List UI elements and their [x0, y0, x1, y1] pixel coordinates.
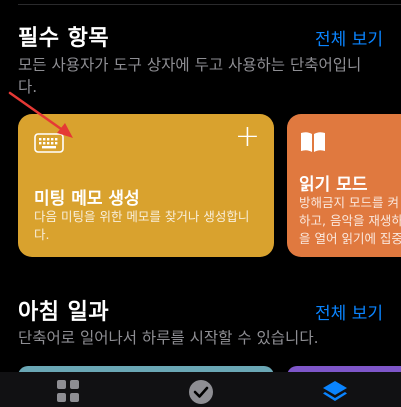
grid-icon[interactable] [55, 378, 81, 404]
book-icon [301, 132, 325, 152]
section-title: 필수 항목 [18, 26, 110, 51]
card-description: 다음 미팅을 위한 메모를 찾거나 생성합니 다. [34, 209, 250, 242]
card-title: 미팅 메모 생성 [34, 189, 140, 209]
section-subtitle: 모든 사용자가 도구 상자에 두고 사용하는 단축어입니 다. [18, 56, 362, 96]
section-title: 아침 일과 [18, 300, 110, 325]
add-shortcut-button[interactable]: + [235, 122, 260, 152]
section-header-essentials: 필수 항목 전체 보기 [18, 20, 383, 52]
section-subtitle: 단축어로 일어나서 하루를 시작할 수 있습니다. [18, 329, 319, 347]
card-title: 읽기 모드 [299, 175, 368, 195]
card-description: 방해금지 모드를 켜 하고, 음악을 재생하 을 열어 읽기에 집중 [299, 195, 401, 246]
check-circle-icon[interactable] [187, 378, 215, 406]
layers-icon[interactable] [321, 378, 349, 406]
shortcut-card-reading-mode[interactable]: 읽기 모드 방해금지 모드를 켜 하고, 음악을 재생하 을 열어 읽기에 집중 [287, 114, 401, 257]
keyboard-icon [34, 133, 64, 153]
section-header-morning-routine: 아침 일과 전체 보기 [18, 294, 383, 326]
see-all-link[interactable]: 전체 보기 [315, 25, 383, 50]
top-divider [18, 4, 401, 5]
see-all-link[interactable]: 전체 보기 [315, 299, 383, 324]
shortcut-card-meeting-notes[interactable]: + 미팅 메모 생성 다음 미팅을 위한 메모를 찾거나 생성합니 다. [18, 114, 274, 257]
